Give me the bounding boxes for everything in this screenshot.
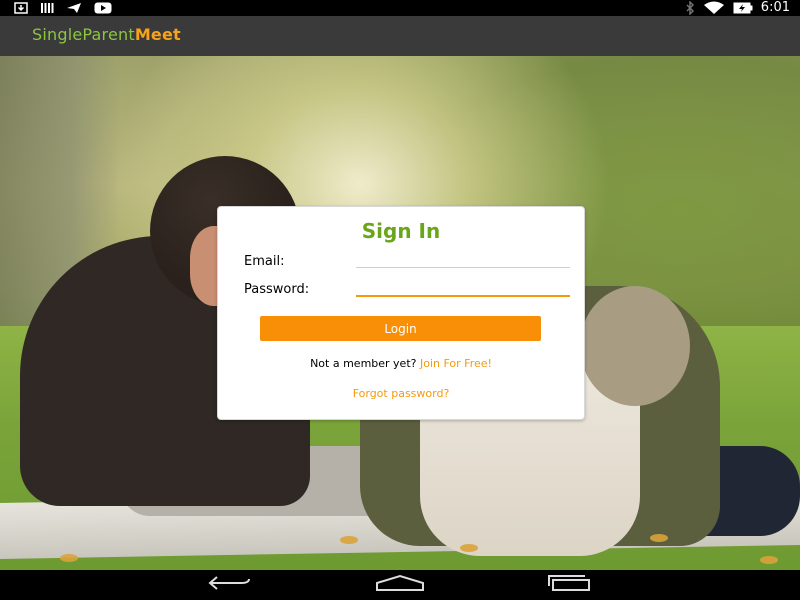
photo-woman-hair — [580, 286, 690, 406]
password-field[interactable] — [356, 279, 570, 297]
home-button[interactable] — [375, 574, 425, 596]
forgot-password-link[interactable]: Forgot password? — [218, 387, 584, 400]
recent-apps-icon — [547, 575, 593, 595]
photo-leaf — [650, 534, 668, 542]
email-label: Email: — [244, 254, 285, 269]
member-prompt-text: Not a member yet? — [310, 357, 417, 370]
back-button[interactable] — [205, 575, 255, 595]
wifi-icon — [703, 1, 725, 15]
recent-apps-button[interactable] — [545, 575, 595, 595]
signal-bars-icon — [40, 1, 54, 15]
status-right-icons: 6:01 — [685, 0, 790, 16]
back-icon — [207, 575, 253, 595]
download-icon — [14, 1, 28, 15]
clock-time: 6:01 — [760, 0, 790, 15]
battery-icon — [733, 1, 753, 15]
home-icon — [375, 574, 425, 596]
bluetooth-icon — [685, 1, 695, 15]
nav-bar — [0, 570, 800, 600]
app-bar: SingleParentMeet — [0, 16, 800, 56]
app-logo: SingleParentMeet — [32, 25, 181, 44]
password-label: Password: — [244, 282, 310, 297]
login-button[interactable]: Login — [260, 316, 541, 341]
photo-leaf — [760, 556, 778, 564]
youtube-icon — [94, 1, 112, 15]
brand-part-1: SingleParent — [32, 25, 135, 44]
join-free-link[interactable]: Join For Free! — [420, 357, 492, 370]
signin-card: Sign In Email: Password: Login Not a mem… — [217, 206, 585, 420]
signin-title: Sign In — [361, 219, 441, 243]
send-icon — [66, 1, 82, 15]
photo-leaf — [340, 536, 358, 544]
status-bar: 6:01 — [0, 0, 800, 16]
member-prompt-line: Not a member yet? Join For Free! — [218, 357, 584, 370]
status-left-icons — [14, 1, 112, 15]
brand-part-2: Meet — [134, 25, 181, 44]
email-field[interactable] — [356, 251, 570, 268]
photo-leaf — [60, 554, 78, 562]
photo-leaf — [460, 544, 478, 552]
